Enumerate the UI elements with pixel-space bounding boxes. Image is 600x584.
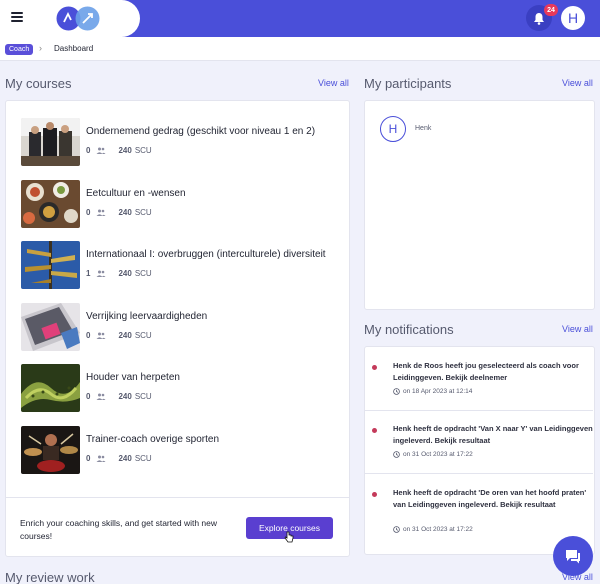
notification-time-text: on 18 Apr 2023 at 12:14 bbox=[403, 388, 473, 395]
scu-value: 240 bbox=[118, 207, 132, 217]
course-title: Internationaal I: overbruggen (intercult… bbox=[86, 249, 326, 260]
scu-unit: SCU bbox=[134, 269, 152, 278]
chat-button[interactable] bbox=[553, 536, 593, 576]
pointer-cursor-icon bbox=[284, 531, 294, 543]
course-item[interactable]: Internationaal I: overbruggen (intercult… bbox=[21, 241, 341, 289]
course-title: Ondernemend gedrag (geschikt voor niveau… bbox=[86, 126, 316, 137]
people-icon bbox=[96, 270, 106, 277]
course-title: Trainer-coach overige sporten bbox=[86, 433, 220, 445]
participant-count: 0 bbox=[86, 392, 91, 401]
participant-avatar[interactable]: H bbox=[380, 116, 406, 142]
course-meta: 1 240 SCU bbox=[86, 269, 152, 278]
my-participants-title: My participants bbox=[364, 76, 452, 91]
breadcrumb-role-badge[interactable]: Coach bbox=[5, 44, 34, 55]
scu-unit: SCU bbox=[134, 146, 152, 155]
people-icon bbox=[96, 209, 106, 216]
course-meta: 0 240 SCU bbox=[86, 146, 152, 155]
course-thumbnail bbox=[21, 179, 80, 228]
course-meta: 0 240 SCU bbox=[86, 208, 152, 217]
participant-count: 0 bbox=[86, 146, 91, 155]
participant-count: 1 bbox=[86, 269, 91, 278]
participant-name[interactable]: Henk bbox=[415, 125, 431, 132]
menu-icon[interactable] bbox=[11, 12, 23, 22]
chevron-right-icon: › bbox=[39, 43, 42, 53]
scu-unit: SCU bbox=[134, 207, 152, 217]
course-thumbnail bbox=[21, 364, 80, 412]
my-courses-card: Ondernemend gedrag (geschikt voor niveau… bbox=[5, 100, 350, 557]
scu-unit: SCU bbox=[134, 453, 152, 463]
unread-dot bbox=[372, 492, 377, 497]
notification-time: on 31 Oct 2023 at 17:22 bbox=[393, 451, 473, 458]
course-title: Verrijking leervaardigheden bbox=[86, 310, 208, 322]
notification-text: Henk heeft de opdracht 'De oren van het … bbox=[393, 488, 587, 509]
top-bar: 24 H bbox=[0, 0, 600, 37]
course-item[interactable]: Ondernemend gedrag (geschikt voor niveau… bbox=[21, 118, 341, 166]
divider bbox=[365, 473, 593, 474]
course-item[interactable]: Verrijking leervaardigheden 0 240 SCU bbox=[21, 302, 341, 351]
notification-time-text: on 31 Oct 2023 at 17:22 bbox=[403, 451, 473, 458]
course-thumbnail bbox=[21, 241, 80, 289]
participant-count: 0 bbox=[86, 330, 91, 340]
course-meta: 0 240 SCU bbox=[86, 392, 152, 401]
divider bbox=[365, 410, 593, 411]
notification-item[interactable]: Henk heeft de opdracht 'De oren van het … bbox=[372, 487, 594, 541]
breadcrumb: Coach › Dashboard bbox=[0, 37, 600, 61]
notification-time-text: on 31 Oct 2023 at 17:22 bbox=[403, 526, 473, 533]
scu-value: 240 bbox=[118, 392, 132, 401]
scu-unit: SCU bbox=[134, 392, 152, 401]
participant-count: 0 bbox=[86, 453, 91, 463]
notification-time: on 18 Apr 2023 at 12:14 bbox=[393, 388, 472, 395]
my-review-work-title: My review work bbox=[5, 570, 95, 584]
course-thumbnail bbox=[21, 302, 80, 351]
notification-item[interactable]: Henk heeft de opdracht 'Van X naar Y' va… bbox=[372, 423, 594, 465]
notification-text: Henk de Roos heeft jou geselecteerd als … bbox=[393, 361, 579, 382]
enrich-text: Enrich your coaching skills, and get sta… bbox=[20, 518, 218, 541]
course-meta: 0 240 SCU bbox=[86, 331, 152, 340]
app-logo[interactable] bbox=[55, 5, 101, 32]
my-courses-view-all-link[interactable]: View all bbox=[318, 78, 349, 88]
people-icon bbox=[96, 147, 106, 154]
course-thumbnail bbox=[21, 118, 80, 166]
my-participants-view-all-link[interactable]: View all bbox=[562, 78, 593, 88]
notification-text: Henk heeft de opdracht 'Van X naar Y' va… bbox=[393, 424, 593, 445]
breadcrumb-current-page: Dashboard bbox=[54, 44, 94, 53]
unread-dot bbox=[372, 428, 377, 433]
clock-icon bbox=[393, 388, 400, 395]
my-notifications-view-all-link[interactable]: View all bbox=[562, 324, 593, 334]
people-icon bbox=[96, 455, 106, 462]
scu-value: 240 bbox=[118, 269, 132, 278]
course-item[interactable]: Trainer-coach overige sporten 0 240 SCU bbox=[21, 425, 341, 474]
course-title: Eetcultuur en -wensen bbox=[86, 187, 186, 199]
my-courses-title: My courses bbox=[5, 76, 72, 91]
unread-dot bbox=[372, 365, 377, 370]
my-notifications-title: My notifications bbox=[364, 322, 454, 337]
notification-count-badge: 24 bbox=[544, 4, 558, 16]
bell-icon bbox=[534, 12, 544, 25]
clock-icon bbox=[393, 526, 400, 533]
course-title: Houder van herpeten bbox=[86, 372, 180, 383]
course-item[interactable]: Houder van herpeten 0 240 SCU bbox=[21, 364, 341, 412]
scu-unit: SCU bbox=[134, 330, 152, 340]
clock-icon bbox=[393, 451, 400, 458]
course-meta: 0 240 SCU bbox=[86, 454, 152, 463]
people-icon bbox=[96, 393, 106, 400]
course-thumbnail bbox=[21, 425, 80, 474]
scu-value: 240 bbox=[118, 146, 132, 155]
notification-item[interactable]: Henk de Roos heeft jou geselecteerd als … bbox=[372, 360, 594, 402]
chat-icon bbox=[566, 549, 580, 563]
notification-time: on 31 Oct 2023 at 17:22 bbox=[393, 526, 473, 533]
scu-value: 240 bbox=[118, 453, 132, 463]
people-icon bbox=[96, 332, 106, 339]
participant-count: 0 bbox=[86, 207, 91, 217]
user-avatar[interactable]: H bbox=[561, 6, 585, 30]
scu-value: 240 bbox=[118, 330, 132, 340]
divider bbox=[6, 497, 349, 498]
course-item[interactable]: Eetcultuur en -wensen 0 240 SCU bbox=[21, 179, 341, 228]
